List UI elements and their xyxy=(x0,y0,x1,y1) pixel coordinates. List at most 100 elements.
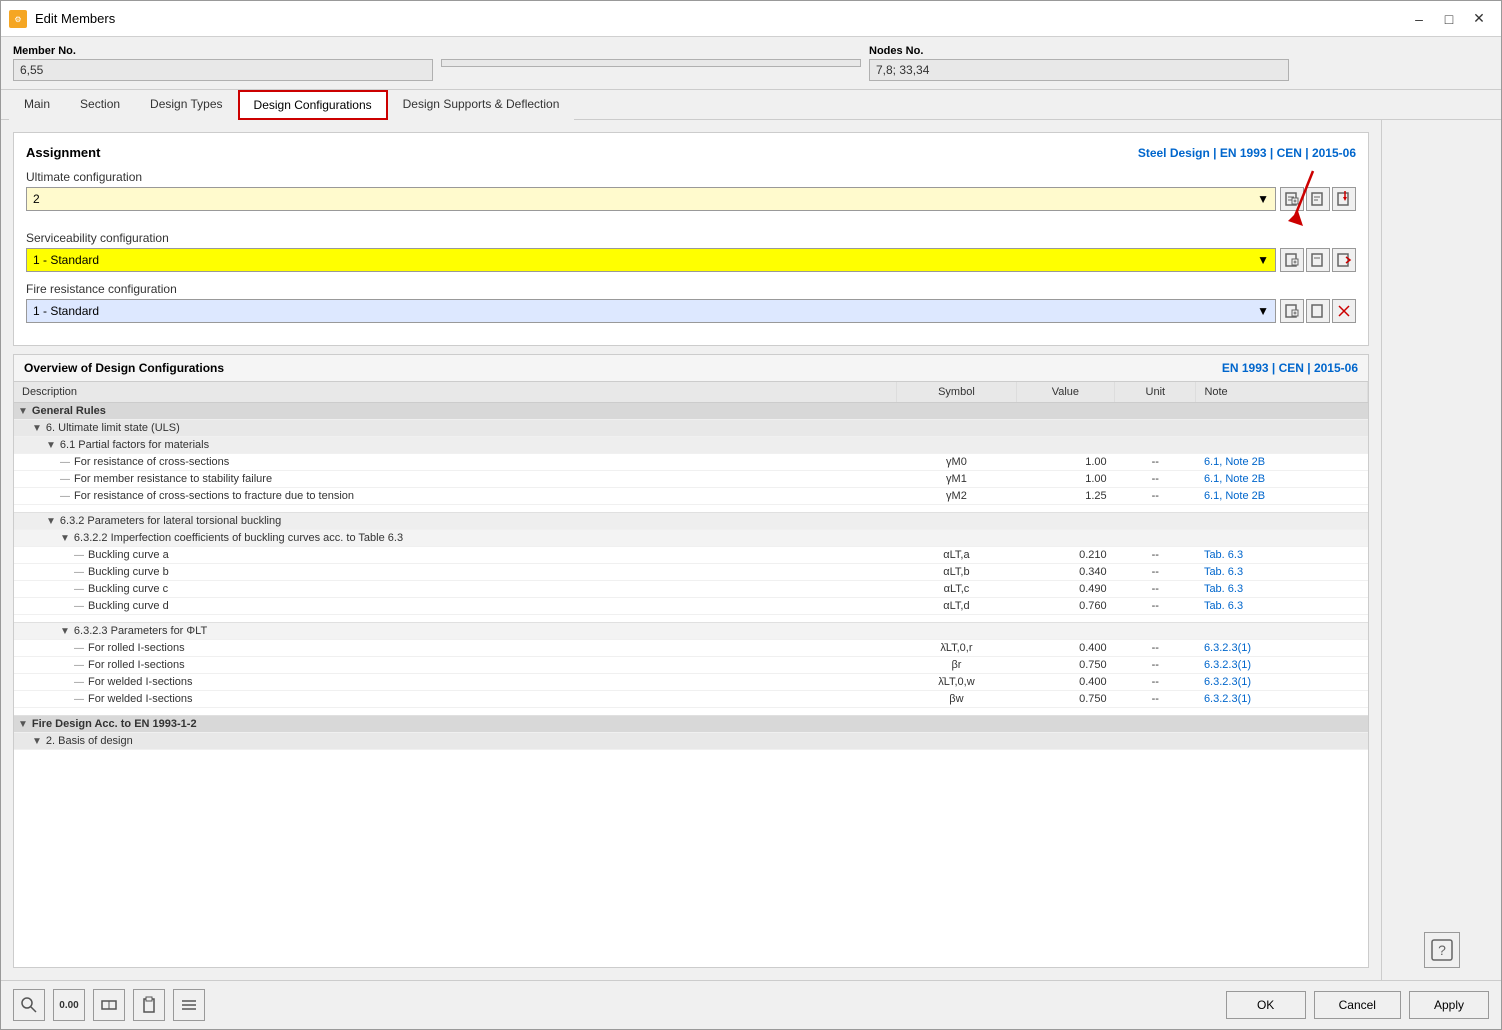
minimize-button[interactable]: – xyxy=(1405,5,1433,33)
nodes-input[interactable]: 7,8; 33,34 xyxy=(869,59,1289,81)
symbol-cell: λ̄LT,0,w xyxy=(897,674,1016,691)
serviceability-assign-button[interactable] xyxy=(1332,248,1356,272)
row-description: Buckling curve c xyxy=(88,583,168,595)
top-fields: Member No. 6,55 Nodes No. 7,8; 33,34 xyxy=(1,37,1501,90)
unit-cell xyxy=(1115,530,1196,547)
maximize-button[interactable]: □ xyxy=(1435,5,1463,33)
expand-icon[interactable]: ▼ xyxy=(60,626,70,637)
expand-icon[interactable]: ▼ xyxy=(32,736,42,747)
table-row: —For resistance of cross-sections γM0 1.… xyxy=(14,454,1368,471)
ultimate-dropdown[interactable]: 2 ▼ xyxy=(26,187,1276,211)
expand-icon[interactable]: ▼ xyxy=(18,406,28,417)
serviceability-dropdown[interactable]: 1 - Standard ▼ xyxy=(26,248,1276,272)
table-row: —For welded I-sections βw 0.750 -- 6.3.2… xyxy=(14,691,1368,708)
toolbar-structure-button[interactable] xyxy=(93,989,125,1021)
unit-cell xyxy=(1115,733,1196,750)
symbol-cell xyxy=(897,530,1016,547)
tab-bar: Main Section Design Types Design Configu… xyxy=(1,90,1501,120)
symbol-cell xyxy=(897,437,1016,454)
note-cell: Tab. 6.3 xyxy=(1196,598,1368,615)
fire-resistance-edit-button[interactable] xyxy=(1306,299,1330,323)
unit-cell: -- xyxy=(1115,691,1196,708)
desc-cell: —For resistance of cross-sections to fra… xyxy=(14,488,897,505)
desc-cell: —For resistance of cross-sections xyxy=(14,454,897,471)
desc-cell: ▼ 6.3.2.2 Imperfection coefficients of bu… xyxy=(14,530,897,547)
table-row: ▼ 6.1 Partial factors for materials xyxy=(14,437,1368,454)
fire-resistance-dropdown[interactable]: 1 - Standard ▼ xyxy=(26,299,1276,323)
note-cell xyxy=(1196,513,1368,530)
sidebar-info-button[interactable]: ? xyxy=(1424,932,1460,968)
tab-main[interactable]: Main xyxy=(9,90,65,120)
unit-cell: -- xyxy=(1115,657,1196,674)
unit-cell xyxy=(1115,623,1196,640)
toolbar-settings-button[interactable] xyxy=(173,989,205,1021)
col-unit: Unit xyxy=(1115,382,1196,403)
note-cell: Tab. 6.3 xyxy=(1196,581,1368,598)
desc-cell: —Buckling curve b xyxy=(14,564,897,581)
svg-text:?: ? xyxy=(1438,942,1446,958)
note-cell xyxy=(1196,733,1368,750)
tab-design-types[interactable]: Design Types xyxy=(135,90,238,120)
desc-cell: ▼2. Basis of design xyxy=(14,733,897,750)
ultimate-assign-button[interactable] xyxy=(1332,187,1356,211)
fire-resistance-buttons xyxy=(1280,299,1356,323)
serviceability-value: 1 - Standard xyxy=(33,253,99,267)
fire-resistance-new-button[interactable] xyxy=(1280,299,1304,323)
serviceability-chevron-icon: ▼ xyxy=(1257,253,1269,267)
row-description: For rolled I-sections xyxy=(88,642,185,654)
red-arrow-annotation xyxy=(1268,166,1328,236)
note-cell: 6.3.2.3(1) xyxy=(1196,657,1368,674)
value-cell: 1.00 xyxy=(1016,471,1115,488)
note-cell: 6.1, Note 2B xyxy=(1196,471,1368,488)
note-cell: 6.1, Note 2B xyxy=(1196,488,1368,505)
expand-icon[interactable]: ▼ xyxy=(46,516,56,527)
table-row: ▼Fire Design Acc. to EN 1993-1-2 xyxy=(14,716,1368,733)
unit-cell xyxy=(1115,716,1196,733)
note-cell: Tab. 6.3 xyxy=(1196,547,1368,564)
row-description: 6.1 Partial factors for materials xyxy=(60,439,209,451)
toolbar-value-button[interactable]: 0.00 xyxy=(53,989,85,1021)
titlebar: ⚙ Edit Members – □ ✕ xyxy=(1,1,1501,37)
expand-icon[interactable]: ▼ xyxy=(60,533,70,544)
row-description: 6.3.2.3 Parameters for ΦLT xyxy=(74,625,207,637)
row-description: 6. Ultimate limit state (ULS) xyxy=(46,422,180,434)
tab-design-configurations[interactable]: Design Configurations xyxy=(238,90,388,120)
serviceability-edit-button[interactable] xyxy=(1306,248,1330,272)
member-input[interactable]: 6,55 xyxy=(13,59,433,81)
expand-icon[interactable]: ▼ xyxy=(46,440,56,451)
member-label: Member No. xyxy=(13,45,433,57)
unit-cell: -- xyxy=(1115,598,1196,615)
table-row: —Buckling curve d αLT,d 0.760 -- Tab. 6.… xyxy=(14,598,1368,615)
note-cell xyxy=(1196,420,1368,437)
note-cell: Tab. 6.3 xyxy=(1196,564,1368,581)
row-description: Buckling curve d xyxy=(88,600,169,612)
overview-table-container[interactable]: Description Symbol Value Unit Note ▼Gene… xyxy=(14,382,1368,967)
row-description: 6.3.2.2 Imperfection coefficients of buc… xyxy=(74,532,403,544)
bottom-toolbar: 0.00 OK Cancel Apply xyxy=(1,980,1501,1029)
serviceability-new-button[interactable] xyxy=(1280,248,1304,272)
symbol-cell: αLT,a xyxy=(897,547,1016,564)
apply-button[interactable]: Apply xyxy=(1409,991,1489,1019)
expand-icon[interactable]: ▼ xyxy=(32,423,42,434)
toolbar-clipboard-button[interactable] xyxy=(133,989,165,1021)
value-cell xyxy=(1016,733,1115,750)
note-cell xyxy=(1196,623,1368,640)
tab-section[interactable]: Section xyxy=(65,90,135,120)
overview-standard: EN 1993 | CEN | 2015-06 xyxy=(1222,361,1358,375)
symbol-cell: αLT,b xyxy=(897,564,1016,581)
cancel-button[interactable]: Cancel xyxy=(1314,991,1401,1019)
fire-resistance-delete-button[interactable] xyxy=(1332,299,1356,323)
tab-design-supports[interactable]: Design Supports & Deflection xyxy=(388,90,575,120)
note-cell xyxy=(1196,403,1368,420)
desc-cell: ▼ 6.1 Partial factors for materials xyxy=(14,437,897,454)
unit-cell: -- xyxy=(1115,564,1196,581)
ok-button[interactable]: OK xyxy=(1226,991,1306,1019)
col-description: Description xyxy=(14,382,897,403)
value-cell: 0.750 xyxy=(1016,657,1115,674)
close-button[interactable]: ✕ xyxy=(1465,5,1493,33)
symbol-cell xyxy=(897,513,1016,530)
desc-cell: ▼6.3.2 Parameters for lateral torsional … xyxy=(14,513,897,530)
note-cell: 6.3.2.3(1) xyxy=(1196,691,1368,708)
expand-icon[interactable]: ▼ xyxy=(18,719,28,730)
toolbar-search-button[interactable] xyxy=(13,989,45,1021)
